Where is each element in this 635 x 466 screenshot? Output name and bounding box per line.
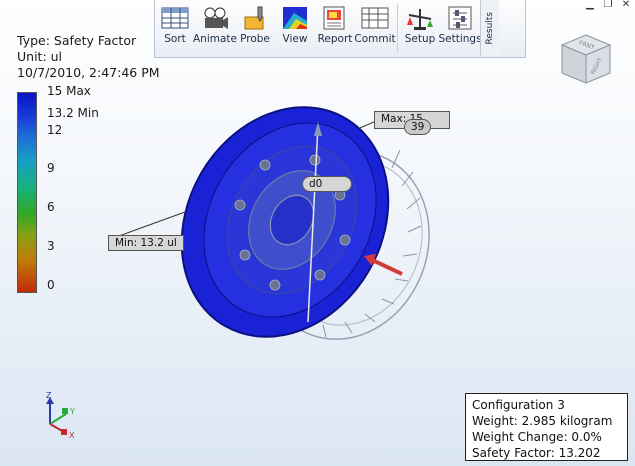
configuration-info-box: Configuration 3 Weight: 2.985 kilogram W… bbox=[465, 393, 628, 461]
max-value-tag[interactable]: 39 bbox=[404, 119, 432, 135]
axis-z-label: Z bbox=[46, 392, 52, 400]
configuration-name: Configuration 3 bbox=[472, 398, 565, 412]
safety-factor-value: Safety Factor: 13.202 bbox=[472, 446, 601, 460]
axis-y-label: Y bbox=[69, 407, 75, 416]
min-callout[interactable]: Min: 13.2 ul bbox=[108, 235, 184, 251]
weight-value: Weight: 2.985 kilogram bbox=[472, 414, 613, 428]
min-callout-label: Min: 13.2 ul bbox=[115, 237, 177, 249]
weight-change-value: Weight Change: 0.0% bbox=[472, 430, 602, 444]
axis-x-label: X bbox=[69, 431, 75, 440]
max-value-text: 39 bbox=[411, 121, 425, 133]
probe-callout[interactable]: d0 bbox=[302, 176, 352, 192]
axis-triad: Z Y X bbox=[46, 392, 75, 440]
probe-label-text: d0 bbox=[309, 178, 323, 190]
